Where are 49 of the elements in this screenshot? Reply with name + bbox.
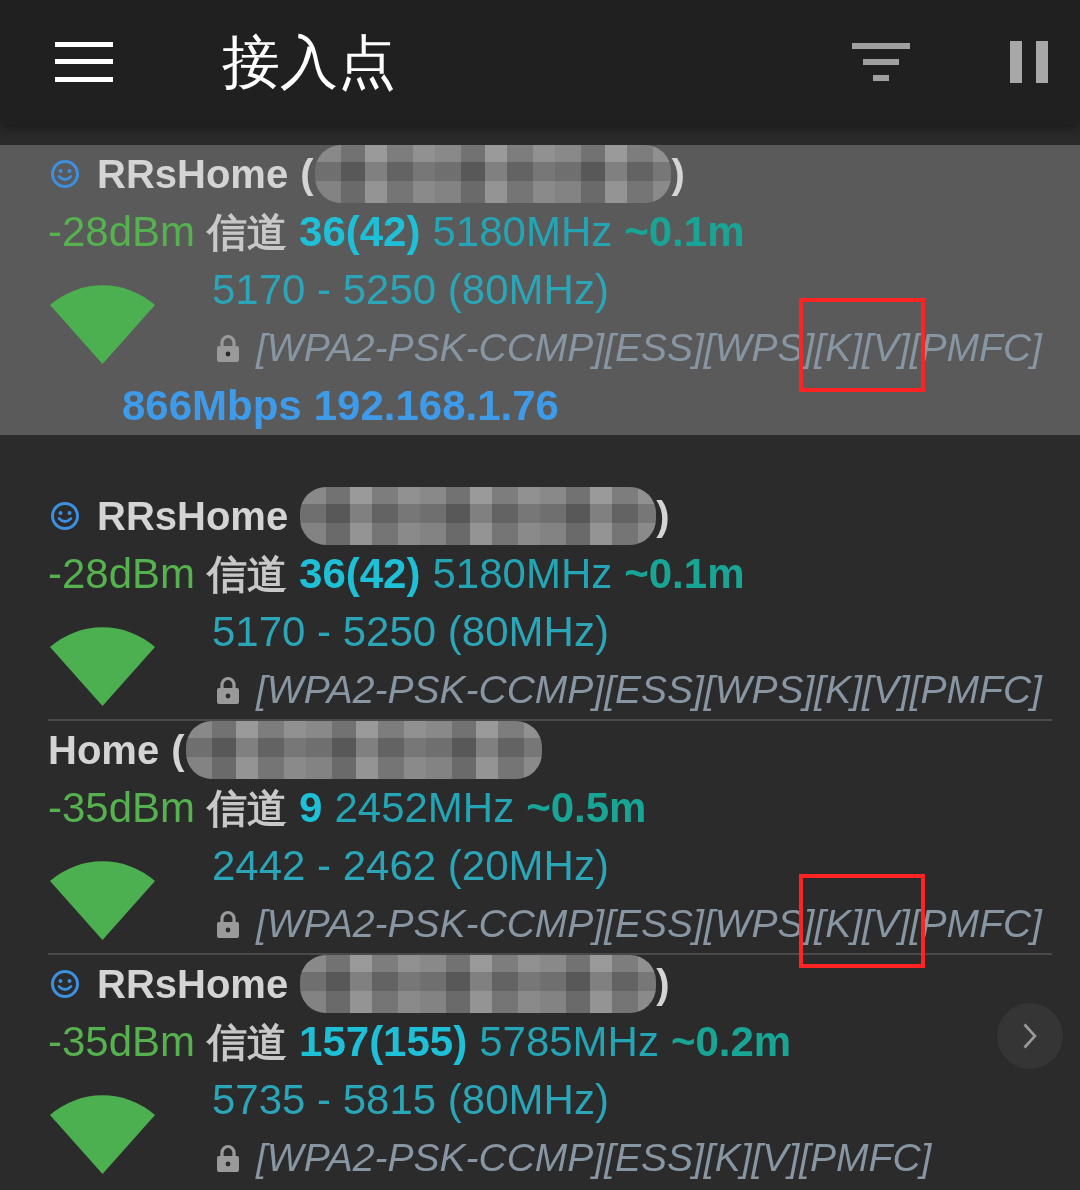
frequency-range: 5170 - 5250 (80MHz) xyxy=(212,266,609,314)
menu-button[interactable] xyxy=(55,42,113,82)
ip-address: 192.168.1.76 xyxy=(313,382,559,430)
distance-text: ~0.1m xyxy=(624,550,745,598)
channel-number: 36(42) xyxy=(299,550,421,598)
frequency-range: 2442 - 2462 (20MHz) xyxy=(212,842,609,890)
screen-title: 接入点 xyxy=(222,33,396,91)
lock-icon xyxy=(216,910,240,938)
bracket-text: ) xyxy=(656,961,670,1007)
frequency-text: 5785MHz xyxy=(479,1018,659,1066)
network-name: RRsHome xyxy=(97,151,289,197)
channel-label: 信道 xyxy=(207,1018,288,1066)
lock-icon xyxy=(216,334,240,362)
pause-button[interactable] xyxy=(1010,41,1048,83)
channel-number: 9 xyxy=(299,784,323,832)
frequency-range: 5735 - 5815 (80MHz) xyxy=(212,1076,609,1124)
signal-strength: -28dBm xyxy=(48,208,196,256)
link-speed: 866Mbps xyxy=(122,382,302,430)
frequency-text: 5180MHz xyxy=(432,550,613,598)
security-text: [WPA2-PSK-CCMP][ESS][WPS][K][V][PMFC] xyxy=(256,667,1044,713)
filter-button[interactable] xyxy=(852,43,910,81)
signal-strength: -28dBm xyxy=(48,550,196,598)
channel-label: 信道 xyxy=(207,784,288,832)
bracket-text: ) xyxy=(671,151,685,197)
signal-strength: -35dBm xyxy=(48,784,196,832)
distance-text: ~0.2m xyxy=(670,1018,792,1066)
frequency-range: 5170 - 5250 (80MHz) xyxy=(212,608,609,656)
channel-number: 157(155) xyxy=(299,1018,468,1066)
frequency-text: 2452MHz xyxy=(334,784,515,832)
channel-label: 信道 xyxy=(207,208,288,256)
channel-number: 36(42) xyxy=(299,208,421,256)
signal-strength: -35dBm xyxy=(48,1018,196,1066)
menu-icon xyxy=(55,42,113,82)
lock-icon xyxy=(216,1144,240,1172)
network-name: RRsHome xyxy=(97,961,289,1007)
lock-icon xyxy=(216,676,240,704)
network-name: RRsHome xyxy=(97,493,289,539)
channel-label: 信道 xyxy=(207,550,288,598)
frequency-text: 5180MHz xyxy=(432,208,613,256)
bracket-text: ) xyxy=(656,493,670,539)
distance-text: ~0.1m xyxy=(624,208,745,256)
filter-icon xyxy=(852,43,910,81)
pause-icon xyxy=(1010,41,1048,83)
distance-text: ~0.5m xyxy=(526,784,647,832)
security-text: [WPA2-PSK-CCMP][ESS][K][V][PMFC] xyxy=(256,1135,933,1181)
bracket-text: ( xyxy=(300,151,314,197)
network-name: Home xyxy=(48,727,160,773)
chevron-right-icon xyxy=(1023,1023,1037,1049)
bracket-text: ( xyxy=(171,727,185,773)
